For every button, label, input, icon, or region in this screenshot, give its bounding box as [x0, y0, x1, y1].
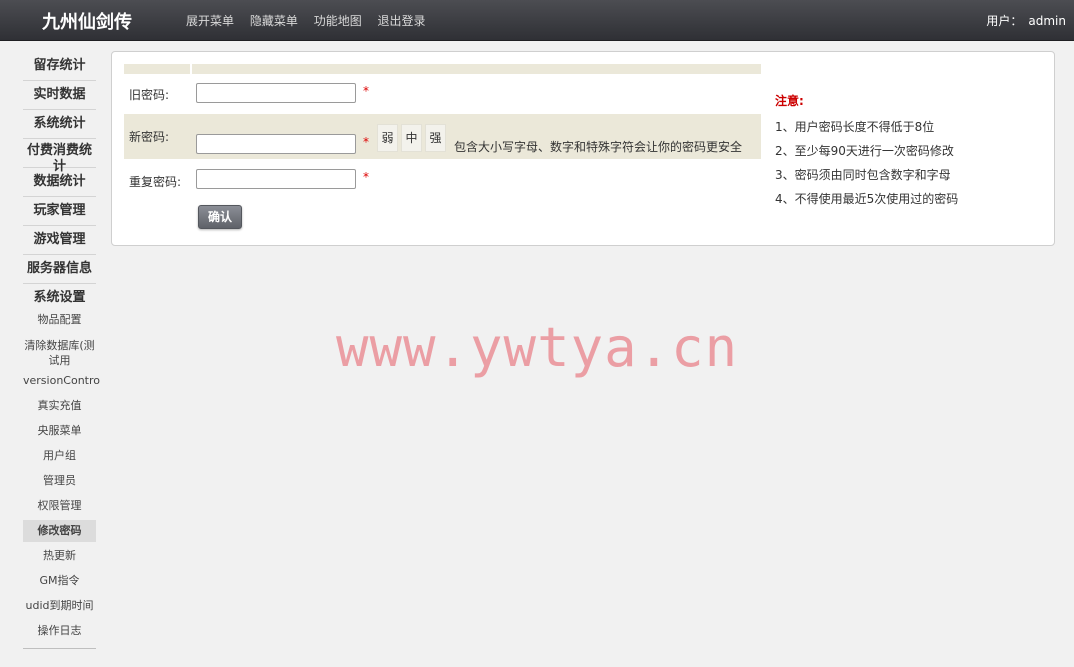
sidebar-item-operation-log[interactable]: 操作日志 — [23, 620, 96, 642]
change-password-panel: 旧密码: * 新密码: * 弱 中 强 包含大小写字母、数字和特殊字符会让你的密… — [111, 51, 1055, 246]
brand-title: 九州仙剑传 — [42, 12, 132, 33]
watermark: www.ywtya.cn — [336, 316, 739, 379]
user-info: 用户： admin — [986, 12, 1066, 29]
top-bar: 九州仙剑传 展开菜单 隐藏菜单 功能地图 退出登录 用户： admin — [0, 0, 1074, 41]
old-password-row: 旧密码: * — [124, 74, 761, 114]
sidebar-category-system-stats[interactable]: 系统统计 — [23, 110, 96, 139]
sidebar: 留存统计 实时数据 系统统计 付费消费统计 数据统计 玩家管理 游戏管理 服务器… — [0, 41, 110, 667]
hide-menu-link[interactable]: 隐藏菜单 — [250, 14, 298, 28]
sidebar-category-retention[interactable]: 留存统计 — [23, 52, 96, 81]
sidebar-item-version-control[interactable]: versionContro — [23, 370, 100, 392]
required-mark: * — [363, 84, 369, 98]
user-label: 用户： — [986, 14, 1023, 28]
confirm-button[interactable]: 确认 — [198, 205, 242, 229]
sidebar-item-item-config[interactable]: 物品配置 — [23, 309, 96, 331]
sidebar-item-hot-update[interactable]: 热更新 — [23, 545, 96, 567]
sidebar-category-game-mgmt[interactable]: 游戏管理 — [23, 226, 96, 255]
sidebar-category-payment-stats[interactable]: 付费消费统计 — [23, 139, 96, 174]
required-mark: * — [363, 170, 369, 184]
form-header-strip — [124, 64, 761, 74]
repeat-password-input[interactable] — [196, 169, 356, 189]
sidebar-item-clear-db[interactable]: 清除数据库(测试用 — [23, 338, 96, 368]
sidebar-category-data-stats[interactable]: 数据统计 — [23, 168, 96, 197]
sidebar-item-user-group[interactable]: 用户组 — [23, 445, 96, 467]
strength-medium: 中 — [401, 124, 422, 152]
logout-link[interactable]: 退出登录 — [378, 14, 426, 28]
strength-weak: 弱 — [377, 124, 398, 152]
user-name: admin — [1028, 14, 1066, 28]
sidebar-item-change-password[interactable]: 修改密码 — [23, 520, 96, 542]
note-item: 2、至少每90天进行一次密码修改 — [775, 144, 954, 158]
sidebar-category-player-mgmt[interactable]: 玩家管理 — [23, 197, 96, 226]
note-item: 3、密码须由同时包含数字和字母 — [775, 168, 951, 182]
note-item: 4、不得使用最近5次使用过的密码 — [775, 192, 959, 206]
sidebar-item-central-menu[interactable]: 央服菜单 — [23, 420, 96, 442]
sidebar-category-system-settings[interactable]: 系统设置 — [23, 284, 96, 312]
notes-box: 注意: 1、用户密码长度不得低于8位 2、至少每90天进行一次密码修改 3、密码… — [775, 92, 1035, 211]
old-password-label: 旧密码: — [129, 88, 170, 102]
new-password-label: 新密码: — [129, 130, 170, 144]
new-password-input[interactable] — [196, 134, 356, 154]
sidebar-item-udid-expiry[interactable]: udid到期时间 — [23, 595, 96, 617]
note-item: 1、用户密码长度不得低于8位 — [775, 120, 935, 134]
strength-strong: 强 — [425, 124, 446, 152]
expand-menu-link[interactable]: 展开菜单 — [186, 14, 234, 28]
new-password-row: 新密码: * 弱 中 强 包含大小写字母、数字和特殊字符会让你的密码更安全 — [124, 114, 761, 159]
sidebar-item-permissions[interactable]: 权限管理 — [23, 495, 96, 517]
old-password-input[interactable] — [196, 83, 356, 103]
password-hint: 包含大小写字母、数字和特殊字符会让你的密码更安全 — [454, 140, 743, 154]
required-mark: * — [363, 135, 369, 149]
sidebar-category-server-info[interactable]: 服务器信息 — [23, 255, 96, 284]
repeat-password-row: 重复密码: * — [124, 159, 761, 195]
sidebar-item-real-recharge[interactable]: 真实充值 — [23, 395, 96, 417]
sidebar-item-gm-command[interactable]: GM指令 — [23, 570, 96, 592]
sidebar-divider — [23, 648, 96, 649]
function-map-link[interactable]: 功能地图 — [314, 14, 362, 28]
notes-title: 注意: — [775, 94, 804, 108]
top-nav: 展开菜单 隐藏菜单 功能地图 退出登录 — [186, 12, 438, 29]
sidebar-category-realtime[interactable]: 实时数据 — [23, 81, 96, 110]
sidebar-item-admin[interactable]: 管理员 — [23, 470, 96, 492]
repeat-password-label: 重复密码: — [129, 175, 182, 189]
